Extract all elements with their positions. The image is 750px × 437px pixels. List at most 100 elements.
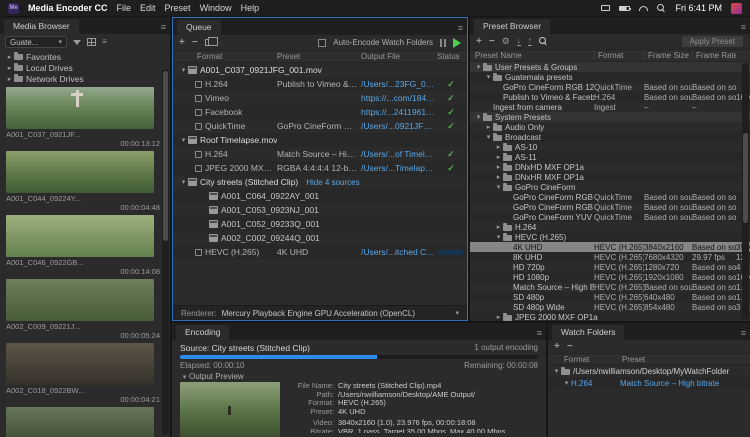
output-file-link[interactable]: /Users/...23FG_001_1.mp4 [361, 79, 437, 89]
chevron-right-icon[interactable]: ▸ [5, 75, 14, 83]
list-view-icon[interactable]: ≡ [102, 38, 107, 46]
stitch-source-row[interactable]: A001_C053_0923NJ_001 [173, 203, 467, 217]
preset-folder-row[interactable]: ▸AS-10 [470, 142, 750, 152]
column-header-status[interactable]: Status [437, 52, 465, 61]
output-preset[interactable]: RGBA 4:4:4:4 12-bit 10-bit [277, 163, 361, 173]
output-preset[interactable]: 4K UHD [277, 247, 361, 257]
add-watch-folder-button[interactable]: + [554, 342, 560, 352]
preset-row[interactable]: Publish to Vimeo & FacebookH.264Based on… [470, 92, 750, 102]
preset-row[interactable]: SD 480p WideHEVC (H.265)854x480Based on … [470, 302, 750, 312]
panel-menu-icon[interactable]: ≡ [458, 23, 463, 35]
preset-folder-row[interactable]: ▸DNxHD MXF OP1a [470, 162, 750, 172]
output-file-link[interactable]: /Users/...Timelapse_1.mxf [361, 163, 437, 173]
tab-watch-folders[interactable]: Watch Folders [552, 325, 624, 340]
preset-search-icon[interactable] [539, 37, 548, 46]
chevron-right-icon[interactable]: ▸ [5, 64, 14, 72]
preset-browser-scrollbar[interactable] [742, 63, 749, 319]
chevron-down-icon[interactable]: ▾ [180, 373, 189, 381]
chevron-right-icon[interactable]: ▸ [5, 53, 14, 61]
preset-folder-row[interactable]: ▸Audio Only [470, 122, 750, 132]
clip-thumbnail[interactable] [6, 215, 154, 257]
preset-row[interactable]: HD 720pHEVC (H.265)1280x720Based on sour… [470, 262, 750, 272]
chevron-right-icon[interactable]: ▸ [494, 313, 503, 321]
media-clip[interactable]: A001_C046_0922GB... 00:00:14:08 [6, 215, 160, 276]
media-browser-scrollbar[interactable] [162, 69, 169, 435]
preset-row[interactable]: Match Source – High BitrateHEVC (H.265)B… [470, 282, 750, 292]
queue-source-row[interactable]: ▾ Roof Timelapse.mov [173, 133, 467, 147]
output-preset[interactable]: GoPro CineForm RGB 12-bit [277, 121, 361, 131]
stitch-source-row[interactable]: A002_C002_09244Q_001 [173, 231, 467, 245]
column-header-format[interactable]: Format [594, 51, 644, 60]
menu-clock[interactable]: Fri 6:41 PM [675, 3, 722, 13]
preset-folder-row[interactable]: ▾Guatemala presets [470, 72, 750, 82]
thumbnail-view-icon[interactable] [87, 38, 96, 46]
output-file-link[interactable]: https://...com/184066142 [361, 93, 437, 103]
chevron-down-icon[interactable]: ▾ [494, 183, 503, 191]
chevron-down-icon[interactable]: ▾ [562, 379, 571, 387]
panel-menu-icon[interactable]: ≡ [741, 22, 746, 34]
chevron-down-icon[interactable]: ▾ [484, 133, 493, 141]
media-clip[interactable]: A002_C009_09221J... 00:00:05:24 [6, 279, 160, 340]
watch-folder-output-row[interactable]: ▾ H.264 Match Source – High bitrate [548, 377, 750, 389]
chevron-down-icon[interactable]: ▾ [474, 113, 483, 121]
chevron-down-icon[interactable]: ▾ [552, 367, 561, 375]
panel-menu-icon[interactable]: ≡ [537, 328, 542, 340]
preset-row-selected[interactable]: 4K UHDHEVC (H.265)3840x2160Based on sour… [470, 242, 750, 252]
filter-icon[interactable] [73, 40, 81, 45]
new-preset-button[interactable]: + [476, 37, 482, 47]
chevron-down-icon[interactable]: ▾ [179, 66, 188, 74]
display-icon[interactable] [601, 5, 610, 11]
media-clip[interactable]: A001_C037_0921JF... 00:00:13:12 [6, 87, 160, 148]
media-clip[interactable]: A001_C044_09224Y... 00:00:04:48 [6, 151, 160, 212]
queue-source-row[interactable]: ▾ A001_C037_0921JFG_001.mov [173, 63, 467, 77]
start-queue-button[interactable] [453, 38, 461, 48]
app-icon[interactable]: Me [8, 3, 19, 14]
remove-watch-folder-button[interactable]: − [567, 342, 573, 352]
preset-row[interactable]: GoPro CineForm RGB 12-bit with alphaQuic… [470, 192, 750, 202]
battery-icon[interactable] [619, 6, 630, 11]
clip-thumbnail[interactable] [6, 343, 154, 385]
clip-thumbnail[interactable] [6, 407, 154, 437]
output-file-link[interactable]: /Users/...of Timelapse.mp4 [361, 149, 437, 159]
output-preview-header[interactable]: ▾ Output Preview [180, 371, 538, 382]
tab-preset-browser[interactable]: Preset Browser [474, 19, 550, 34]
menu-file[interactable]: File [117, 3, 132, 13]
media-clip[interactable]: A002_C018_0922BW... 00:00:04:21 [6, 343, 160, 404]
preset-row[interactable]: HD 1080pHEVC (H.265)1920x1080Based on so… [470, 272, 750, 282]
queue-encoding-row[interactable]: HEVC (H.265) 4K UHD /Users/...itched Cli… [173, 245, 467, 259]
queue-output-row[interactable]: H.264 Match Source – High bitrate /Users… [173, 147, 467, 161]
chevron-down-icon[interactable]: ▾ [179, 178, 188, 186]
menu-help[interactable]: Help [241, 3, 260, 13]
queue-source-row[interactable]: ▾ City streets (Stitched Clip) Hide 4 so… [173, 175, 467, 189]
preset-folder-row[interactable]: ▸H.264 [470, 222, 750, 232]
panel-menu-icon[interactable]: ≡ [161, 22, 166, 34]
import-preset-icon[interactable]: ↓ [517, 37, 521, 46]
watch-folder-row[interactable]: ▾ /Users/nwilliamson/Desktop/MyWatchFold… [548, 365, 750, 377]
chevron-right-icon[interactable]: ▸ [494, 163, 503, 171]
auto-encode-checkbox[interactable] [318, 39, 326, 47]
menu-preset[interactable]: Preset [165, 3, 191, 13]
export-preset-icon[interactable]: ↑ [528, 37, 532, 46]
tree-item-network-drives[interactable]: ▸Network Drives [0, 73, 170, 84]
column-header-format[interactable]: Format [173, 52, 277, 61]
preset-folder-row[interactable]: ▾HEVC (H.265) [470, 232, 750, 242]
queue-output-row[interactable]: Facebook https://...24119614602283 ✓ [173, 105, 467, 119]
preset-group-row[interactable]: ▾System Presets [470, 112, 750, 122]
preset-settings-gear-icon[interactable]: ⚙ [502, 37, 510, 46]
menu-edit[interactable]: Edit [140, 3, 156, 13]
wifi-icon[interactable] [639, 6, 648, 11]
creative-cloud-icon[interactable] [731, 3, 742, 14]
queue-output-row[interactable]: H.264 Publish to Vimeo & Facebook /Users… [173, 77, 467, 91]
menu-window[interactable]: Window [200, 3, 232, 13]
renderer-dropdown[interactable]: Mercury Playback Engine GPU Acceleration… [222, 309, 415, 318]
chevron-right-icon[interactable]: ▸ [494, 143, 503, 151]
add-output-button[interactable]: + [179, 38, 185, 48]
output-preset[interactable]: Publish to Vimeo & Facebook [277, 79, 361, 89]
clip-thumbnail[interactable] [6, 87, 154, 129]
source-dropdown[interactable]: Guate... ▾ [5, 36, 67, 48]
chevron-down-icon[interactable]: ▾ [474, 63, 483, 71]
queue-output-row[interactable]: QuickTime GoPro CineForm RGB 12-bit /Use… [173, 119, 467, 133]
duplicate-icon[interactable] [205, 39, 213, 46]
search-icon[interactable] [657, 4, 666, 13]
output-preset[interactable]: Match Source – High bitrate [277, 149, 361, 159]
